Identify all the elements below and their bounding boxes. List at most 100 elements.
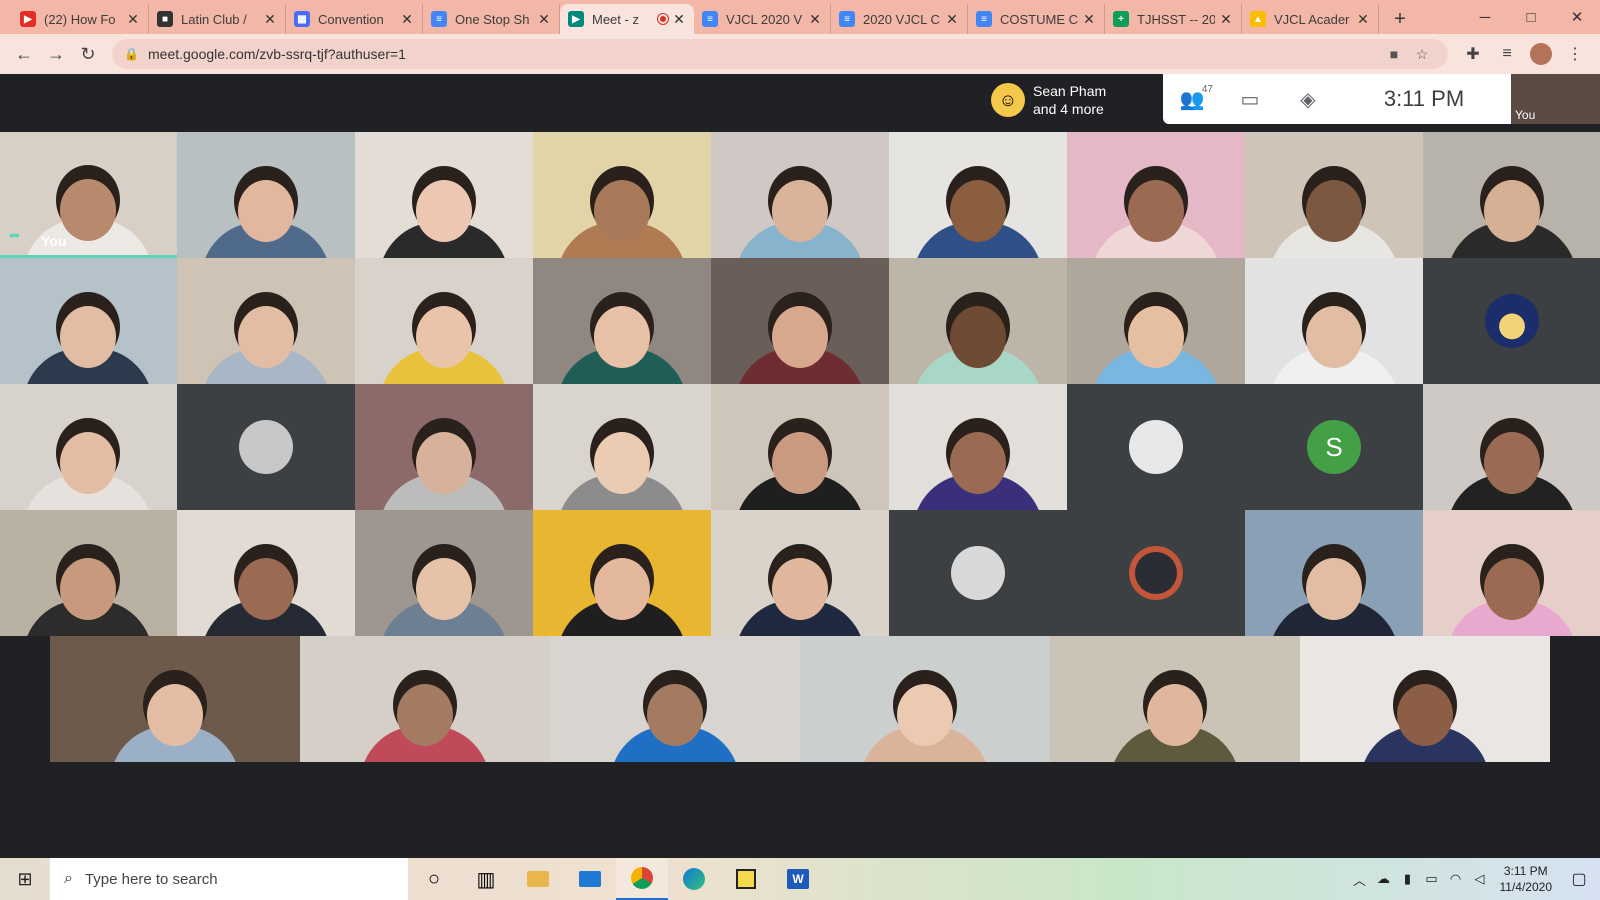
participant-tile[interactable]: [1245, 132, 1423, 258]
address-bar[interactable]: 🔒 meet.google.com/zvb-ssrq-tjf?authuser=…: [112, 39, 1448, 69]
bookmark-star-icon[interactable]: ☆: [1408, 46, 1436, 63]
microphone-icon[interactable]: ▮: [1396, 871, 1420, 887]
taskbar-clock[interactable]: 3:11 PM 11/4/2020: [1500, 863, 1553, 895]
participant-tile[interactable]: [889, 510, 1067, 636]
participant-tile[interactable]: [711, 384, 889, 510]
participant-tile[interactable]: [355, 384, 533, 510]
participant-tile[interactable]: [711, 132, 889, 258]
participant-tile[interactable]: [0, 384, 177, 510]
participant-tile[interactable]: [177, 384, 355, 510]
lock-icon[interactable]: 🔒: [124, 47, 139, 61]
close-window-button[interactable]: ✕: [1554, 0, 1600, 34]
onedrive-icon[interactable]: ☁: [1372, 871, 1396, 887]
volume-icon[interactable]: ◁: [1468, 871, 1492, 887]
taskbar-search-box[interactable]: ⌕ Type here to search: [50, 858, 408, 900]
presenter-chip[interactable]: ☺ Sean Pham and 4 more: [985, 77, 1162, 123]
start-button[interactable]: ⊞: [0, 858, 50, 900]
browser-tab[interactable]: + TJHSST -- 20 ✕: [1105, 4, 1242, 34]
participant-tile[interactable]: [1423, 258, 1600, 384]
tab-close-icon[interactable]: ✕: [537, 11, 551, 28]
browser-tab[interactable]: ▲ VJCL Acader ✕: [1242, 4, 1379, 34]
tab-close-icon[interactable]: ✕: [945, 11, 959, 28]
address-url[interactable]: meet.google.com/zvb-ssrq-tjf?authuser=1: [148, 46, 1380, 62]
task-view-icon[interactable]: ▥: [460, 858, 512, 900]
participant-tile[interactable]: [1067, 258, 1245, 384]
participant-tile[interactable]: [1067, 510, 1245, 636]
browser-tab[interactable]: ▦ Convention ✕: [286, 4, 423, 34]
new-tab-button[interactable]: +: [1385, 4, 1415, 34]
participant-tile[interactable]: [1245, 258, 1423, 384]
participant-tile[interactable]: [1067, 132, 1245, 258]
participant-tile[interactable]: [1300, 636, 1550, 762]
browser-tab[interactable]: ■ Latin Club / ✕: [149, 4, 286, 34]
browser-tab[interactable]: ▶ Meet - z ✕: [560, 4, 694, 34]
browser-tab[interactable]: ≡ VJCL 2020 V ✕: [694, 4, 831, 34]
battery-icon[interactable]: ▭: [1420, 871, 1444, 887]
tab-close-icon[interactable]: ✕: [400, 11, 414, 28]
browser-tab[interactable]: ≡ 2020 VJCL C ✕: [831, 4, 968, 34]
file-explorer-icon[interactable]: [512, 858, 564, 900]
extensions-icon[interactable]: ✚: [1456, 38, 1490, 70]
edge-icon[interactable]: [668, 858, 720, 900]
participant-tile[interactable]: [1245, 510, 1423, 636]
forward-button[interactable]: →: [40, 38, 72, 70]
reload-button[interactable]: ↻: [72, 38, 104, 70]
tab-close-icon[interactable]: ✕: [1356, 11, 1370, 28]
participant-tile[interactable]: [1067, 384, 1245, 510]
browser-tab[interactable]: ▶ (22) How Fo ✕: [12, 4, 149, 34]
cortana-icon[interactable]: ○: [408, 858, 460, 900]
media-control-icon[interactable]: ≡: [1490, 38, 1524, 70]
participant-tile[interactable]: [889, 384, 1067, 510]
notification-center-icon[interactable]: ▢: [1564, 869, 1594, 889]
chrome-icon[interactable]: [616, 858, 668, 900]
participant-tile[interactable]: [533, 510, 711, 636]
participant-tile[interactable]: [355, 510, 533, 636]
word-icon[interactable]: W: [772, 858, 824, 900]
participant-tile[interactable]: [889, 258, 1067, 384]
participants-button[interactable]: 👥 47: [1163, 74, 1221, 124]
tab-close-icon[interactable]: ✕: [126, 11, 140, 28]
participant-tile[interactable]: [550, 636, 800, 762]
back-button[interactable]: ←: [8, 38, 40, 70]
participant-tile[interactable]: [0, 258, 177, 384]
mail-icon[interactable]: [564, 858, 616, 900]
participant-tile[interactable]: [355, 258, 533, 384]
participant-tile[interactable]: [533, 384, 711, 510]
tab-close-icon[interactable]: ✕: [808, 11, 822, 28]
participant-tile[interactable]: [1050, 636, 1300, 762]
tab-close-icon[interactable]: ✕: [1082, 11, 1096, 28]
participant-tile[interactable]: [177, 258, 355, 384]
browser-tab[interactable]: ≡ COSTUME C ✕: [968, 4, 1105, 34]
participant-tile[interactable]: [177, 510, 355, 636]
activities-button[interactable]: ◈: [1279, 74, 1337, 124]
browser-tab[interactable]: ≡ One Stop Sh ✕: [423, 4, 560, 34]
camera-permission-icon[interactable]: ■: [1380, 46, 1408, 62]
participant-tile[interactable]: [711, 510, 889, 636]
tab-close-icon[interactable]: ✕: [263, 11, 277, 28]
self-preview-tile[interactable]: You: [1511, 74, 1600, 124]
participant-tile[interactable]: [50, 636, 300, 762]
participant-tile[interactable]: [1423, 132, 1600, 258]
participant-tile[interactable]: [300, 636, 550, 762]
tab-close-icon[interactable]: ✕: [672, 11, 686, 28]
wifi-icon[interactable]: ◠: [1444, 871, 1468, 887]
minimize-button[interactable]: ─: [1462, 0, 1508, 34]
participant-tile[interactable]: [355, 132, 533, 258]
maximize-button[interactable]: □: [1508, 0, 1554, 34]
participant-tile[interactable]: [1423, 384, 1600, 510]
tab-close-icon[interactable]: ✕: [1219, 11, 1233, 28]
browser-menu-icon[interactable]: ⋮: [1558, 38, 1592, 70]
participant-tile[interactable]: [800, 636, 1050, 762]
participant-tile[interactable]: [177, 132, 355, 258]
participant-tile[interactable]: [1423, 510, 1600, 636]
tray-chevron-icon[interactable]: ︿: [1348, 870, 1372, 889]
participant-tile[interactable]: [533, 132, 711, 258]
participant-tile[interactable]: [711, 258, 889, 384]
participant-tile[interactable]: [533, 258, 711, 384]
participant-tile[interactable]: [0, 510, 177, 636]
self-video-tile[interactable]: ••• You: [0, 132, 177, 258]
profile-avatar[interactable]: [1530, 43, 1552, 65]
sticky-notes-icon[interactable]: [720, 858, 772, 900]
chat-button[interactable]: ▭: [1221, 74, 1279, 124]
participant-tile[interactable]: [889, 132, 1067, 258]
